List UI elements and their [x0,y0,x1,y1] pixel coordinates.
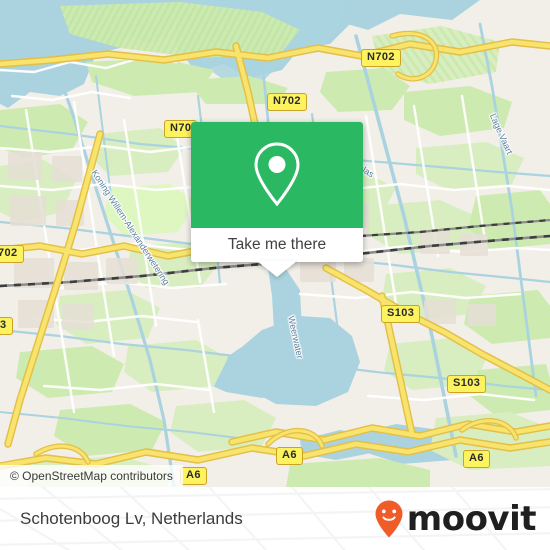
road-shield-a6-right[interactable]: A6 [463,450,490,468]
road-shield-a6-bottom[interactable]: A6 [180,467,207,485]
moovit-smiley-pin-icon [375,500,403,537]
callout-pointer [257,261,297,277]
moovit-map-screenshot: Koning Willem-Alexanderwetering Weerwate… [0,0,550,550]
map-canvas[interactable]: Koning Willem-Alexanderwetering Weerwate… [0,0,550,487]
moovit-logo[interactable]: moovit [374,487,537,550]
road-shield-3-edge[interactable]: 3 [0,317,13,335]
destination-callout-card[interactable]: Take me there [191,122,363,277]
location-pin-icon [254,142,300,207]
osm-attribution[interactable]: © OpenStreetMap contributors [0,465,183,487]
road-shield-s103-lower[interactable]: S103 [447,375,487,393]
callout-card-header [191,122,363,228]
road-shield-s103-upper[interactable]: S103 [381,305,421,323]
place-title: Schotenboog Lv, Netherlands [20,509,243,528]
footer-bar: Schotenboog Lv, Netherlands moovit [0,487,550,550]
road-shield-702-edge[interactable]: 702 [0,245,24,263]
road-shield-a6-center[interactable]: A6 [276,447,303,465]
road-shield-n702-top[interactable]: N702 [361,49,401,67]
road-shield-n702-mid[interactable]: N702 [267,93,307,111]
moovit-wordmark: moovit [406,498,537,539]
take-me-there-button[interactable]: Take me there [191,228,363,262]
